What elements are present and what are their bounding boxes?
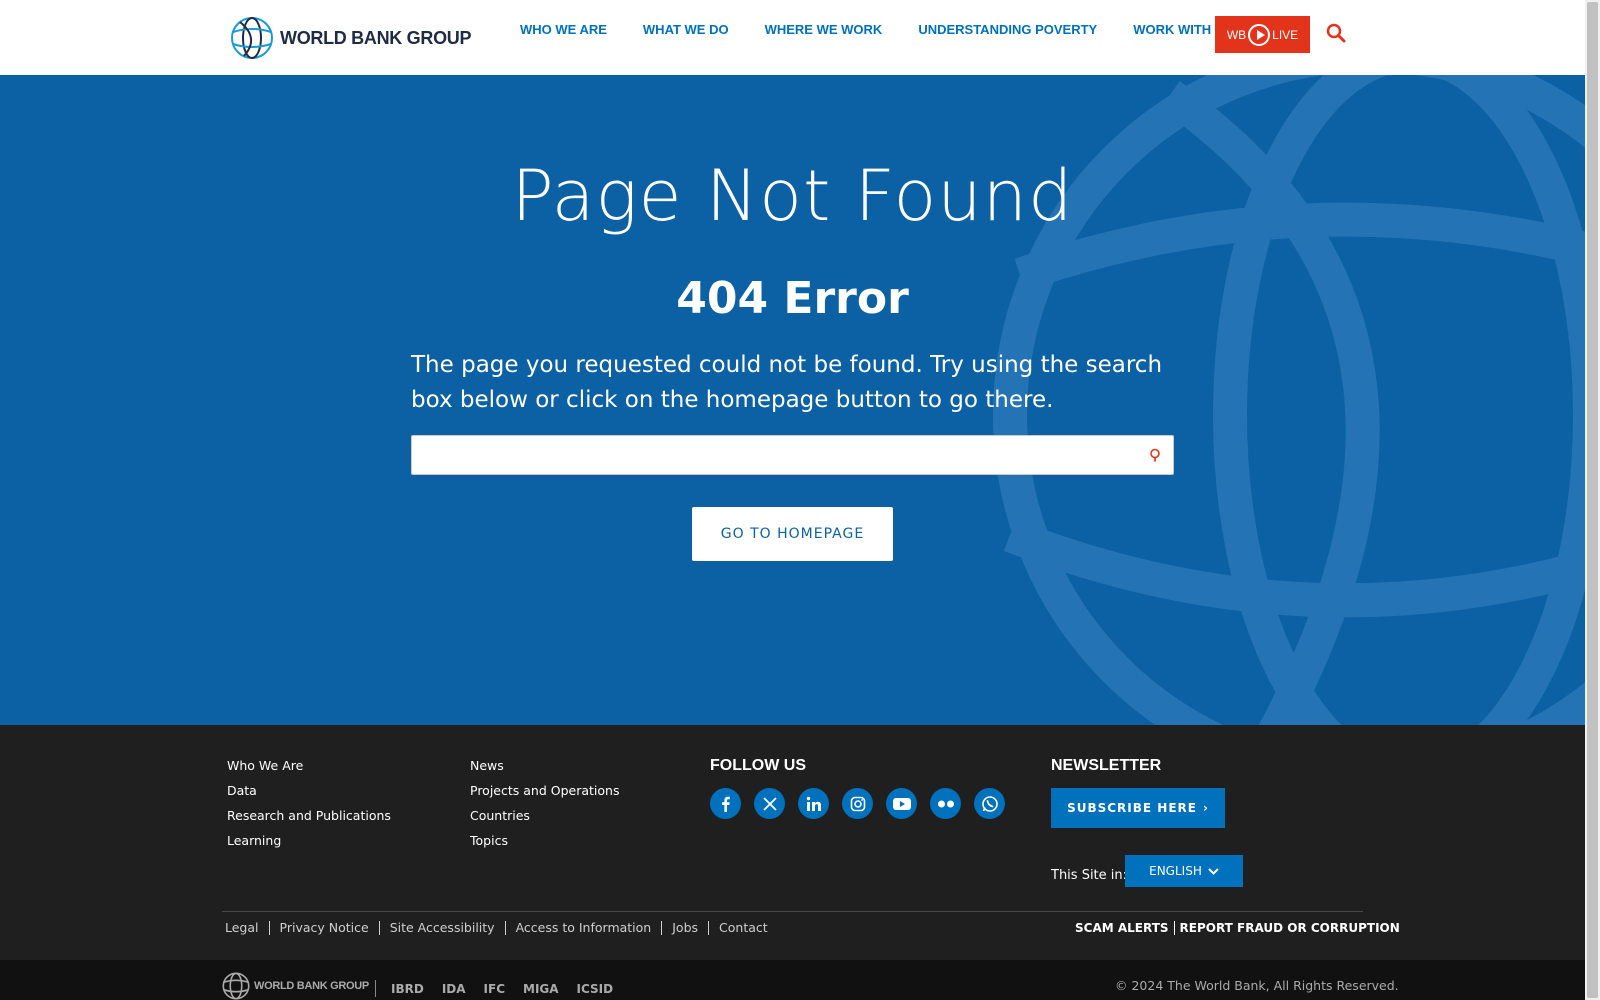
footer-link-countries[interactable]: Countries — [470, 808, 619, 833]
footer-links-col2: News Projects and Operations Countries T… — [470, 758, 619, 858]
language-value: ENGLISH — [1149, 864, 1202, 878]
search-icon — [1326, 23, 1346, 43]
language-select[interactable]: ENGLISH — [1125, 855, 1243, 887]
footer-links-col1: Who We Are Data Research and Publication… — [227, 758, 391, 858]
privacy-notice-link[interactable]: Privacy Notice — [268, 921, 379, 935]
site-accessibility-link[interactable]: Site Accessibility — [378, 921, 505, 935]
flickr-link[interactable] — [930, 788, 961, 819]
x-icon — [762, 796, 777, 811]
search-input[interactable] — [412, 436, 1112, 474]
scam-alerts-link[interactable]: SCAM ALERTS — [1075, 921, 1175, 935]
bottom-logo-text: WORLD BANK GROUP — [254, 980, 369, 992]
footer-link-research[interactable]: Research and Publications — [227, 808, 391, 833]
org-icsid-link[interactable]: ICSID — [577, 982, 614, 996]
bottom-separator — [375, 980, 376, 997]
org-miga-link[interactable]: MIGA — [523, 982, 559, 996]
legal-links: Legal Privacy Notice Site Accessibility … — [225, 921, 778, 935]
nav-understanding-poverty[interactable]: UNDERSTANDING POVERTY — [918, 22, 1097, 37]
flickr-icon — [937, 800, 954, 807]
nav-who-we-are[interactable]: WHO WE ARE — [520, 22, 607, 37]
youtube-icon — [892, 797, 911, 810]
whatsapp-icon — [981, 795, 998, 812]
header-search-button[interactable] — [1326, 23, 1346, 47]
chevron-right-icon: › — [1202, 801, 1209, 815]
globe-logo-icon — [231, 17, 273, 59]
linkedin-icon — [806, 796, 821, 811]
nav-what-we-do[interactable]: WHAT WE DO — [643, 22, 729, 37]
facebook-link[interactable] — [710, 788, 741, 819]
footer-link-news[interactable]: News — [470, 758, 619, 783]
footer-link-data[interactable]: Data — [227, 783, 391, 808]
scrollbar-thumb[interactable] — [1587, 2, 1598, 998]
instagram-link[interactable] — [842, 788, 873, 819]
org-ifc-link[interactable]: IFC — [484, 982, 505, 996]
error-code: 404 Error — [676, 273, 909, 324]
org-ibrd-link[interactable]: IBRD — [391, 982, 424, 996]
error-hero: Page Not Found 404 Error The page you re… — [0, 75, 1585, 725]
main-nav: WHO WE ARE WHAT WE DO WHERE WE WORK UNDE… — [520, 22, 1269, 37]
linkedin-link[interactable] — [798, 788, 829, 819]
live-label-left: WB — [1226, 27, 1247, 42]
search-icon — [1150, 448, 1160, 462]
search-submit-button[interactable] — [1149, 447, 1163, 466]
bottom-bar: WORLD BANK GROUP IBRD IDA IFC MIGA ICSID… — [0, 960, 1585, 1000]
report-fraud-link[interactable]: REPORT FRAUD OR CORRUPTION — [1175, 921, 1405, 935]
access-to-information-link[interactable]: Access to Information — [504, 921, 662, 935]
member-orgs: IBRD IDA IFC MIGA ICSID — [391, 982, 613, 996]
instagram-icon — [850, 796, 865, 811]
page-scrollbar[interactable] — [1585, 0, 1600, 1000]
subscribe-label: SUBSCRIBE HERE — [1067, 801, 1197, 815]
nav-where-we-work[interactable]: WHERE WE WORK — [765, 22, 883, 37]
org-ida-link[interactable]: IDA — [442, 982, 466, 996]
follow-us-heading: FOLLOW US — [710, 757, 806, 774]
x-link[interactable] — [754, 788, 785, 819]
bottom-logo[interactable]: WORLD BANK GROUP — [222, 972, 369, 1000]
globe-logo-icon — [222, 972, 250, 1000]
world-bank-logo[interactable]: WORLD BANK GROUP — [230, 16, 471, 60]
footer-link-learning[interactable]: Learning — [227, 833, 391, 858]
whatsapp-link[interactable] — [974, 788, 1005, 819]
subscribe-button[interactable]: SUBSCRIBE HERE › — [1051, 788, 1225, 828]
facebook-icon — [721, 796, 730, 812]
newsletter-heading: NEWSLETTER — [1051, 757, 1162, 774]
wb-live-button[interactable]: WB LIVE — [1215, 16, 1310, 53]
contact-link[interactable]: Contact — [708, 921, 778, 935]
legal-link[interactable]: Legal — [225, 921, 269, 935]
jobs-link[interactable]: Jobs — [661, 921, 708, 935]
social-links — [710, 788, 1005, 819]
footer-link-who-we-are[interactable]: Who We Are — [227, 758, 391, 783]
search-box — [411, 435, 1174, 475]
play-icon — [1248, 23, 1271, 46]
site-footer: Who We Are Data Research and Publication… — [0, 725, 1585, 960]
chevron-down-icon — [1208, 867, 1219, 875]
footer-link-topics[interactable]: Topics — [470, 833, 619, 858]
page-title: Page Not Found — [511, 155, 1074, 237]
footer-divider — [222, 911, 1363, 912]
logo-text: WORLD BANK GROUP — [280, 27, 472, 48]
youtube-link[interactable] — [886, 788, 917, 819]
site-language-label: This Site in: — [1051, 868, 1128, 883]
alert-links: SCAM ALERTS REPORT FRAUD OR CORRUPTION — [1075, 921, 1405, 935]
copyright-text: © 2024 The World Bank, All Rights Reserv… — [1115, 978, 1399, 993]
footer-link-projects[interactable]: Projects and Operations — [470, 783, 619, 808]
go-to-homepage-button[interactable]: GO TO HOMEPAGE — [692, 507, 893, 561]
error-message: The page you requested could not be foun… — [411, 352, 1163, 413]
live-label-right: LIVE — [1272, 27, 1299, 42]
site-header: WORLD BANK GROUP WHO WE ARE WHAT WE DO W… — [0, 0, 1585, 75]
